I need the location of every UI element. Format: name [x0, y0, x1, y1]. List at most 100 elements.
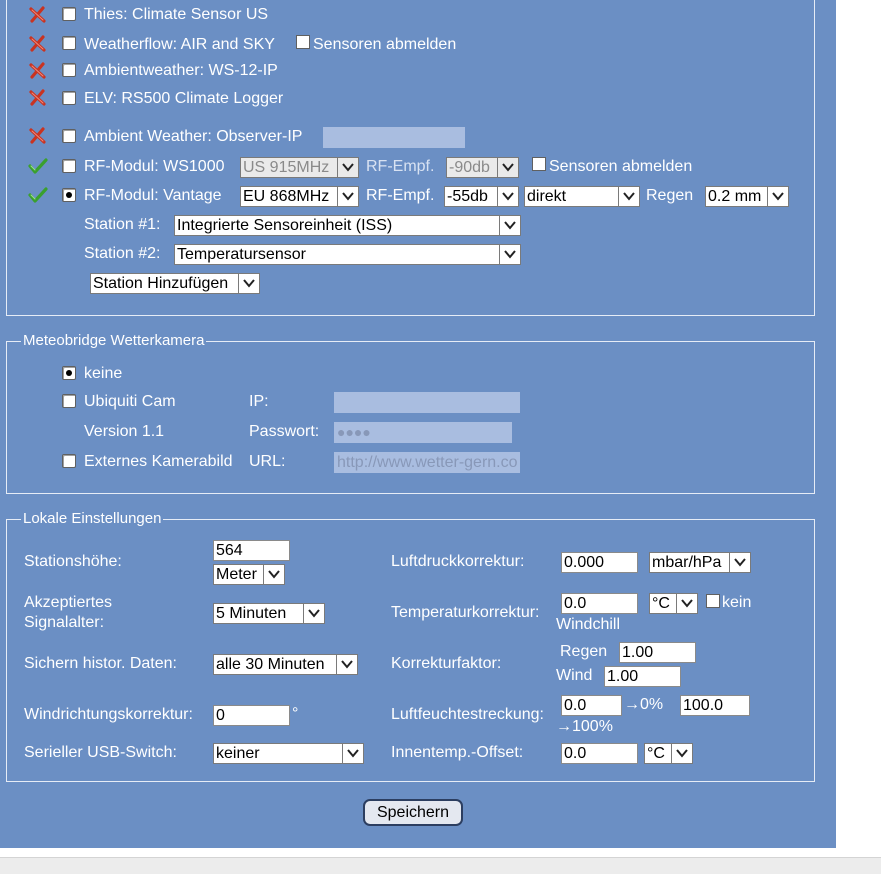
- chevron-down-icon: [497, 158, 518, 177]
- wind-factor-value: 1.00: [607, 668, 639, 685]
- history-value: alle 30 Minuten: [216, 656, 325, 673]
- pressure-unit-select[interactable]: mbar/hPa: [649, 552, 751, 573]
- check-mark-icon: [28, 158, 48, 174]
- no-windchill-label-line2: Windchill: [556, 616, 621, 633]
- indoor-unit-value: °C: [647, 745, 665, 762]
- frequency-select[interactable]: US 915MHz: [240, 157, 359, 178]
- correction-factor-label: Korrekturfaktor:: [391, 655, 502, 672]
- camera-none-label: keine: [84, 365, 123, 382]
- chevron-down-icon: [238, 274, 259, 293]
- no-windchill-label-line1: kein: [722, 594, 752, 611]
- x-mark-icon: [29, 35, 46, 52]
- sensor-radio[interactable]: [62, 91, 76, 105]
- no-windchill-checkbox[interactable]: [706, 594, 720, 608]
- unregister-sensors-label: Sensoren abmelden: [549, 158, 693, 175]
- chevron-down-icon: [263, 565, 284, 584]
- signal-age-value: 5 Minuten: [216, 605, 287, 622]
- rf-label: RF-Empf.: [366, 187, 435, 204]
- camera-ubiquiti-radio[interactable]: [62, 394, 76, 408]
- sensor-radio[interactable]: [62, 7, 76, 21]
- x-mark-icon: [29, 6, 46, 23]
- frequency-select[interactable]: EU 868MHz: [240, 186, 359, 207]
- sensor-label: RF-Modul: WS1000: [84, 158, 225, 175]
- chevron-down-icon: [767, 187, 788, 206]
- indoor-offset-value: 0.0: [564, 745, 587, 762]
- indoor-unit-select[interactable]: °C: [644, 743, 693, 764]
- altitude-input[interactable]: 564: [213, 540, 290, 561]
- camera-ip-input[interactable]: [334, 392, 520, 413]
- rain-factor-input[interactable]: 1.00: [619, 642, 696, 663]
- wind-direction-value: 0: [216, 707, 225, 724]
- sensor-radio[interactable]: [62, 129, 76, 143]
- camera-none-radio[interactable]: [62, 366, 76, 380]
- rf-value: -55db: [447, 188, 488, 205]
- usb-switch-select[interactable]: keiner: [213, 743, 364, 764]
- indoor-offset-input[interactable]: 0.0: [561, 743, 638, 764]
- sensor-radio-selected[interactable]: [62, 188, 76, 202]
- x-mark-icon: [29, 62, 46, 79]
- rf-select[interactable]: -55db: [444, 186, 519, 207]
- sensor-label: RF-Modul: Vantage: [84, 187, 222, 204]
- altitude-unit-value: Meter: [216, 566, 257, 583]
- humidity-high-input[interactable]: 100.0: [680, 695, 750, 716]
- rf-value: -90db: [449, 159, 490, 176]
- camera-url-input[interactable]: http://www.wetter-gern.co: [334, 452, 520, 473]
- frequency-value: US 915MHz: [243, 159, 330, 176]
- x-mark-icon: [29, 89, 46, 106]
- wind-direction-unit: °: [292, 705, 299, 722]
- signal-age-label-line2: Signalalter:: [24, 614, 105, 631]
- add-station-value: Station Hinzufügen: [93, 275, 229, 292]
- sensor-radio[interactable]: [62, 63, 76, 77]
- humidity-low-suffix: →0%: [624, 696, 664, 713]
- station-1-select[interactable]: Integrierte Sensoreinheit (ISS): [174, 215, 521, 236]
- sensor-radio[interactable]: [62, 36, 76, 50]
- rf-select[interactable]: -90db: [446, 157, 519, 178]
- unregister-sensors-label: Sensoren abmelden: [313, 36, 457, 53]
- bottom-bar: [0, 857, 881, 874]
- rain-factor-label: Regen: [560, 643, 608, 660]
- camera-ip-label: IP:: [249, 393, 269, 410]
- camera-legend: Meteobridge Wetterkamera: [21, 331, 207, 351]
- mode-select[interactable]: direkt: [524, 186, 640, 207]
- add-station-select[interactable]: Station Hinzufügen: [90, 273, 260, 294]
- sensor-label: Ambientweather: WS-12-IP: [84, 62, 278, 79]
- temperature-input[interactable]: 0.0: [561, 593, 638, 614]
- camera-password-input[interactable]: ●●●●: [334, 422, 512, 443]
- local-legend: Lokale Einstellungen: [21, 509, 164, 529]
- station-2-select[interactable]: Temperatursensor: [174, 244, 521, 265]
- history-select[interactable]: alle 30 Minuten: [213, 654, 358, 675]
- sensor-label: Weatherflow: AIR and SKY: [84, 36, 275, 53]
- rain-value: 0.2 mm: [708, 188, 762, 205]
- save-button[interactable]: Speichern: [363, 799, 463, 826]
- sensor-radio[interactable]: [62, 159, 76, 173]
- frequency-value: EU 868MHz: [243, 188, 330, 205]
- altitude-value: 564: [216, 542, 243, 559]
- chevron-down-icon: [303, 604, 324, 623]
- pressure-input[interactable]: 0.000: [561, 552, 638, 573]
- altitude-unit-select[interactable]: Meter: [213, 564, 285, 585]
- camera-external-label: Externes Kamerabild: [84, 453, 233, 470]
- pressure-unit-value: mbar/hPa: [652, 554, 722, 571]
- wind-direction-input[interactable]: 0: [213, 705, 290, 726]
- mode-value: direkt: [527, 188, 567, 205]
- humidity-low-input[interactable]: 0.0: [561, 695, 622, 716]
- temperature-unit-select[interactable]: °C: [649, 593, 698, 614]
- station-1-value: Integrierte Sensoreinheit (ISS): [177, 217, 393, 234]
- chevron-down-icon: [336, 655, 357, 674]
- chevron-down-icon: [499, 245, 520, 264]
- unregister-sensors-checkbox[interactable]: [532, 157, 546, 171]
- usb-switch-label: Serieller USB-Switch:: [24, 744, 177, 761]
- rf-label: RF-Empf.: [366, 158, 435, 175]
- pressure-label: Luftdruckkorrektur:: [391, 553, 525, 570]
- wind-factor-input[interactable]: 1.00: [604, 666, 681, 687]
- observer-ip-input[interactable]: [323, 127, 465, 148]
- camera-password-label: Passwort:: [249, 423, 320, 440]
- altitude-label: Stationshöhe:: [24, 553, 122, 570]
- humidity-high-value: 100.0: [683, 697, 724, 714]
- camera-external-radio[interactable]: [62, 454, 76, 468]
- wind-factor-label: Wind: [556, 667, 593, 684]
- chevron-down-icon: [337, 158, 358, 177]
- unregister-sensors-checkbox[interactable]: [296, 35, 310, 49]
- signal-age-select[interactable]: 5 Minuten: [213, 603, 325, 624]
- rain-select[interactable]: 0.2 mm: [705, 186, 789, 207]
